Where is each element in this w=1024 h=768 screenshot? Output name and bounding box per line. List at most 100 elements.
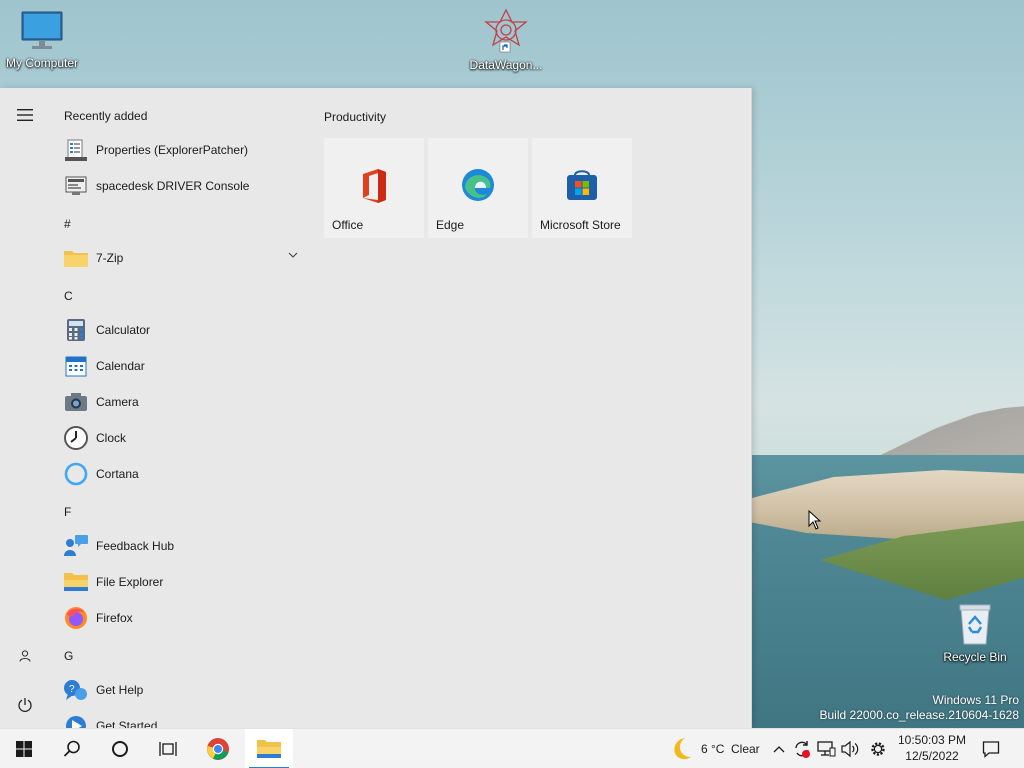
app-item-label: Firefox [96,611,133,625]
network-icon [817,741,836,757]
app-item-firefox[interactable]: Firefox [50,600,308,636]
app-item-label: Calendar [96,359,145,373]
calculator-icon [63,317,89,343]
datawagon-icon [484,8,528,53]
section-header-f[interactable]: F [64,505,71,519]
taskbar-file-explorer-button[interactable] [245,729,293,768]
get-started-icon [63,713,89,728]
user-account-button[interactable] [8,639,42,673]
section-header-hash[interactable]: # [64,217,71,231]
app-item-label: Camera [96,395,139,409]
tray-settings-button[interactable] [868,739,888,759]
clock-date: 12/5/2022 [905,749,959,763]
mouse-cursor-icon [808,510,822,530]
app-item-properties-explorerpatcher[interactable]: Properties (ExplorerPatcher) [50,132,308,168]
app-item-spacedesk-driver-console[interactable]: spacedesk DRIVER Console [50,168,308,204]
desktop-icon-datawagon[interactable]: DataWagon... [464,8,548,72]
app-item-label: Get Help [96,683,144,697]
tile-edge[interactable]: Edge [428,138,528,238]
start-button[interactable] [0,729,48,768]
tile-office[interactable]: Office [324,138,424,238]
windows-build-watermark: Windows 11 Pro Build 22000.co_release.21… [820,693,1020,723]
watermark-build: Build 22000.co_release.210604-1628 [819,708,1020,722]
app-item-label: Cortana [96,467,139,481]
user-icon [19,650,31,662]
desktop-icon-label: Recycle Bin [943,650,1007,664]
notification-icon [982,741,1000,758]
app-item-label: File Explorer [96,575,164,589]
edge-icon [462,169,494,201]
app-item-cortana[interactable]: Cortana [50,456,308,492]
app-item-file-explorer[interactable]: File Explorer [50,564,308,600]
app-item-label: Get Started [96,719,158,728]
hamburger-icon [17,109,33,121]
clock-icon [63,425,89,451]
cortana-button[interactable] [96,729,144,768]
tray-volume-button[interactable] [840,739,860,759]
section-header-g[interactable]: G [64,649,73,663]
app-item-label: Calculator [96,323,151,337]
recently-added-header: Recently added [64,109,148,123]
show-hidden-icons-button[interactable] [769,739,789,759]
tile-label: Edge [436,218,465,232]
app-item-feedback-hub[interactable]: Feedback Hub [50,528,308,564]
feedback-hub-icon [63,533,89,559]
app-item-get-started[interactable]: Get Started [50,708,308,728]
power-button[interactable] [8,688,42,722]
start-left-rail [0,88,50,728]
notification-center-button[interactable] [981,739,1001,759]
app-item-label: Feedback Hub [96,539,175,553]
desktop-icon-label: My Computer [5,56,79,70]
hamburger-menu-button[interactable] [8,98,42,132]
tray-sync-button[interactable] [792,739,812,759]
search-button[interactable] [48,729,96,768]
windows-logo-icon [16,741,32,757]
properties-icon [63,137,89,163]
app-item-get-help[interactable]: ? Get Help [50,672,308,708]
start-menu: Recently added Properties (ExplorerPatch… [0,88,752,728]
weather-condition[interactable]: Clear [731,729,760,768]
app-item-calculator[interactable]: Calculator [50,312,308,348]
clock-time: 10:50:03 PM [897,733,967,747]
office-icon [363,169,386,203]
cortana-icon [63,461,89,487]
sync-error-icon [795,741,810,758]
tile-label: Office [332,218,364,232]
app-item-clock[interactable]: Clock [50,420,308,456]
app-item-label: 7-Zip [96,251,124,265]
task-view-icon [159,742,177,756]
section-header-c[interactable]: C [64,289,73,303]
tray-network-button[interactable] [816,739,836,759]
monitor-icon [21,11,63,49]
moon-icon [674,738,691,760]
app-item-label: Properties (ExplorerPatcher) [96,143,249,157]
svg-text:?: ? [69,684,75,695]
desktop-icon-recycle-bin[interactable]: Recycle Bin [933,602,1017,664]
chrome-icon [207,738,229,760]
search-icon [63,740,80,757]
folder-icon [63,245,89,271]
speaker-icon [841,740,859,758]
app-item-calendar[interactable]: Calendar [50,348,308,384]
microsoft-store-icon [567,170,597,200]
tile-microsoft-store[interactable]: Microsoft Store [532,138,632,238]
tile-group-title[interactable]: Productivity [324,110,386,124]
app-item-label: spacedesk DRIVER Console [96,179,250,193]
get-help-icon: ? [63,677,89,703]
file-explorer-icon [63,569,89,595]
taskbar-clock[interactable]: 10:50:03 PM 12/5/2022 [893,732,971,764]
chevron-down-icon[interactable] [288,252,298,258]
taskbar-chrome-button[interactable] [194,729,242,768]
task-view-button[interactable] [144,729,192,768]
spacedesk-icon [63,173,89,199]
taskbar: 6 °C Clear 10:50:03 PM 12/5/2022 [0,728,1024,768]
calendar-icon [63,353,89,379]
app-item-7zip[interactable]: 7-Zip [50,240,308,276]
desktop-icon-my-computer[interactable]: My Computer [0,10,84,70]
tile-label: Microsoft Store [540,218,621,232]
weather-widget[interactable] [668,735,694,763]
file-explorer-icon [257,740,281,758]
weather-temperature[interactable]: 6 °C [701,729,724,768]
app-item-camera[interactable]: Camera [50,384,308,420]
watermark-edition: Windows 11 Pro [932,693,1019,707]
